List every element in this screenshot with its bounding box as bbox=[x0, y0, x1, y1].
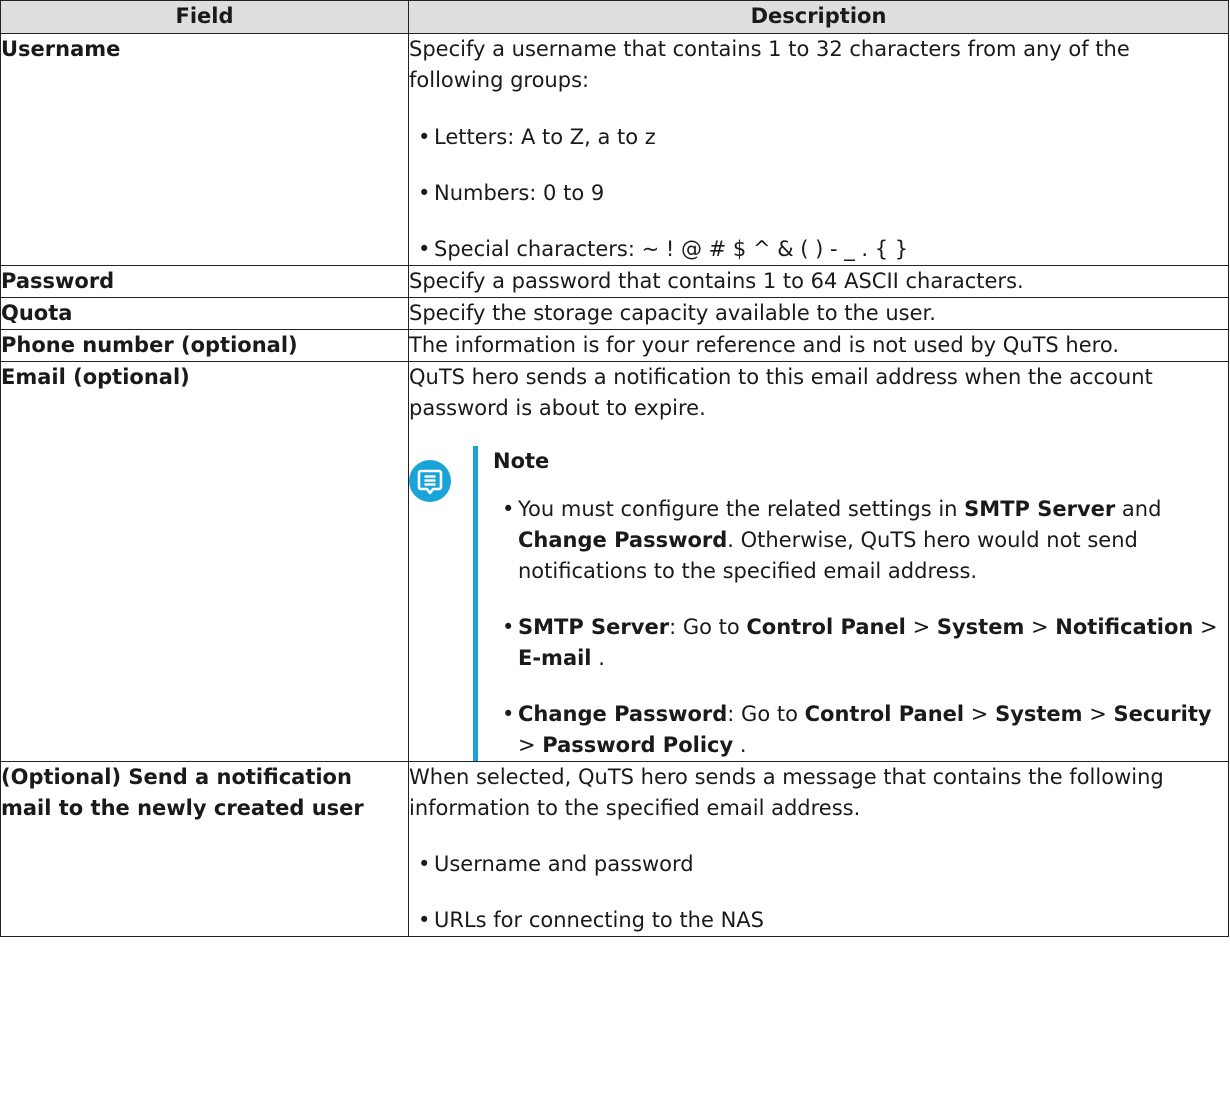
note-title: Note bbox=[493, 449, 550, 473]
note-text: You must configure the related settings … bbox=[518, 497, 965, 521]
breadcrumb-separator: > bbox=[905, 615, 937, 639]
note-emphasis: Control Panel bbox=[804, 702, 965, 726]
breadcrumb-separator: > bbox=[1082, 702, 1114, 726]
note-emphasis: SMTP Server bbox=[964, 497, 1116, 521]
note-list: You must configure the related settings … bbox=[493, 494, 1228, 761]
table-row-notify: (Optional) Send a notification mail to t… bbox=[0, 761, 1229, 937]
note-text: . bbox=[591, 646, 605, 670]
description-text: Specify a username that contains 1 to 32… bbox=[409, 37, 1130, 92]
note-emphasis: Security bbox=[1113, 702, 1212, 726]
note-emphasis: E-mail bbox=[518, 646, 592, 670]
list-item: Username and password bbox=[409, 849, 1228, 880]
breadcrumb-separator: > bbox=[1193, 615, 1218, 639]
column-header-field: Field bbox=[0, 0, 409, 34]
breadcrumb-separator: > bbox=[964, 702, 996, 726]
note-text: : Go to bbox=[727, 702, 805, 726]
field-name-phone: Phone number (optional) bbox=[0, 329, 409, 362]
description-notify: When selected, QuTS hero sends a message… bbox=[408, 761, 1229, 937]
list-item: Letters: A to Z, a to z bbox=[409, 122, 1228, 153]
note-callout: Note You must configure the related sett… bbox=[409, 446, 1228, 761]
table-row-password: Password Specify a password that contain… bbox=[0, 265, 1229, 298]
note-emphasis: Notification bbox=[1055, 615, 1194, 639]
list-item: Numbers: 0 to 9 bbox=[409, 178, 1228, 209]
description-phone: The information is for your reference an… bbox=[408, 329, 1229, 362]
note-list-item: SMTP Server: Go to Control Panel > Syste… bbox=[493, 612, 1228, 674]
description-password: Specify a password that contains 1 to 64… bbox=[408, 265, 1229, 298]
field-name-email: Email (optional) bbox=[0, 361, 409, 762]
field-name-notify: (Optional) Send a notification mail to t… bbox=[0, 761, 409, 937]
table-row-quota: Quota Specify the storage capacity avail… bbox=[0, 297, 1229, 330]
note-emphasis: Password Policy bbox=[542, 733, 734, 757]
list-item: Special characters: ~ ! @ # $ ^ & ( ) - … bbox=[409, 234, 1228, 265]
note-text: : Go to bbox=[669, 615, 747, 639]
note-emphasis: Change Password bbox=[518, 528, 728, 552]
breadcrumb-separator: > bbox=[1024, 615, 1056, 639]
note-list-item: You must configure the related settings … bbox=[493, 494, 1228, 587]
note-list-item: Change Password: Go to Control Panel > S… bbox=[493, 699, 1228, 761]
note-emphasis: System bbox=[936, 615, 1025, 639]
note-text: and bbox=[1115, 497, 1162, 521]
note-emphasis: Change Password bbox=[518, 702, 728, 726]
note-emphasis: Control Panel bbox=[746, 615, 906, 639]
list-item: URLs for connecting to the NAS bbox=[409, 905, 1228, 936]
table-row-phone: Phone number (optional) The information … bbox=[0, 329, 1229, 362]
table-header-row: Field Description bbox=[0, 0, 1229, 34]
breadcrumb-separator: > bbox=[518, 733, 543, 757]
field-name-username: Username bbox=[0, 33, 409, 266]
username-groups-list: Letters: A to Z, a to z Numbers: 0 to 9 … bbox=[409, 122, 1228, 265]
table-row-username: Username Specify a username that contain… bbox=[0, 33, 1229, 266]
note-emphasis: System bbox=[995, 702, 1083, 726]
column-header-description: Description bbox=[408, 0, 1229, 34]
field-description-table: Field Description Username Specify a use… bbox=[0, 0, 1229, 937]
description-text: When selected, QuTS hero sends a message… bbox=[409, 765, 1164, 820]
note-accent-bar bbox=[473, 446, 478, 761]
description-username: Specify a username that contains 1 to 32… bbox=[408, 33, 1229, 266]
note-message-icon bbox=[409, 460, 451, 502]
description-quota: Specify the storage capacity available t… bbox=[408, 297, 1229, 330]
table-row-email: Email (optional) QuTS hero sends a notif… bbox=[0, 361, 1229, 762]
notify-info-list: Username and password URLs for connectin… bbox=[409, 849, 1228, 936]
field-name-quota: Quota bbox=[0, 297, 409, 330]
note-text: . bbox=[733, 733, 747, 757]
description-email: QuTS hero sends a notification to this e… bbox=[408, 361, 1229, 762]
description-text: QuTS hero sends a notification to this e… bbox=[409, 365, 1153, 420]
note-emphasis: SMTP Server bbox=[518, 615, 670, 639]
field-name-password: Password bbox=[0, 265, 409, 298]
